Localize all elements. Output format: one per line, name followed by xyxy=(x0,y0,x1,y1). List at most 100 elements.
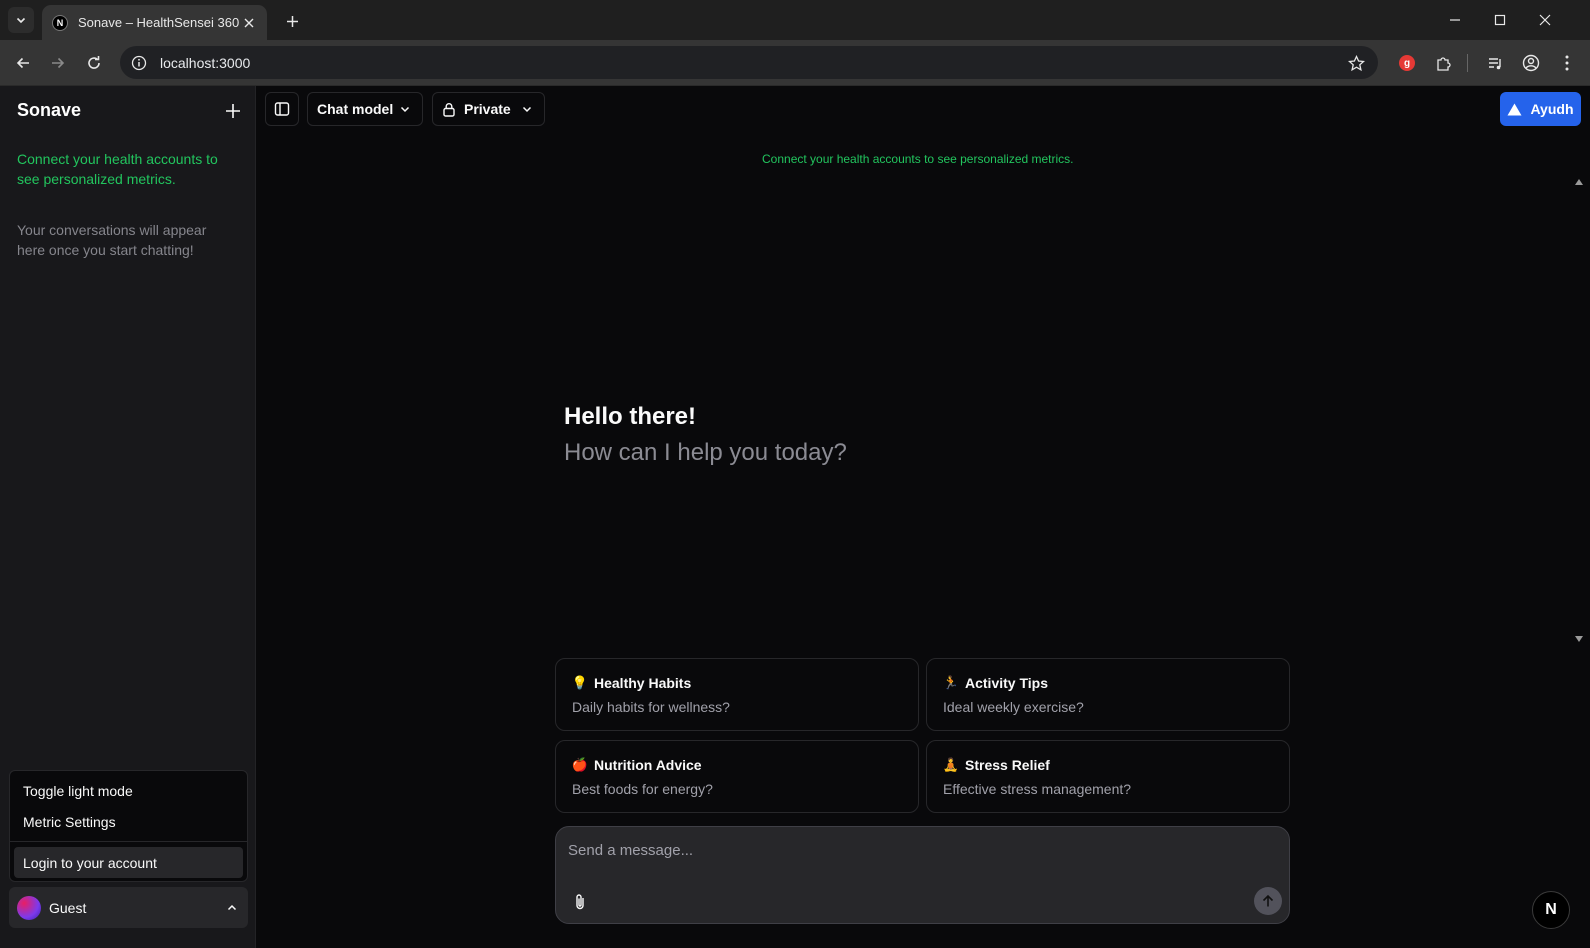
menu-divider xyxy=(10,841,247,842)
browser-tab[interactable]: N Sonave – HealthSensei 360 xyxy=(42,5,267,40)
reload-button[interactable] xyxy=(80,49,108,77)
minimize-icon xyxy=(1450,19,1460,21)
minimize-button[interactable] xyxy=(1440,6,1470,34)
close-window-button[interactable] xyxy=(1530,6,1560,34)
chevron-down-icon xyxy=(521,103,533,115)
suggestion-title-row: 🏃 Activity Tips xyxy=(943,675,1273,691)
lock-icon xyxy=(442,102,456,117)
sidebar-connect-message: Connect your health accounts to see pers… xyxy=(17,151,218,187)
panel-left-icon xyxy=(274,102,290,116)
reload-icon xyxy=(88,56,100,69)
playlist-music-icon xyxy=(1488,57,1501,69)
toggle-theme-menu-item[interactable]: Toggle light mode xyxy=(14,775,243,806)
meditation-icon: 🧘 xyxy=(942,757,960,772)
scroll-down-arrow-icon[interactable] xyxy=(1574,634,1584,644)
suggestion-title: Activity Tips xyxy=(965,675,1048,691)
suggestion-subtitle: Effective stress management? xyxy=(943,781,1132,797)
paperclip-icon xyxy=(576,894,584,910)
suggestion-card-stress-relief[interactable]: 🧘 Stress Relief Effective stress managem… xyxy=(926,740,1290,813)
suggestion-title: Healthy Habits xyxy=(594,675,692,691)
suggestion-subtitle: Ideal weekly exercise? xyxy=(943,699,1084,715)
arrow-right-icon xyxy=(52,57,65,69)
sidebar: Sonave Connect your health accounts to s… xyxy=(0,86,256,948)
maximize-button[interactable] xyxy=(1485,6,1515,34)
extension-badge-icon: g xyxy=(1399,55,1415,71)
url-text: localhost:3000 xyxy=(160,54,251,71)
deploy-button[interactable]: Ayudh xyxy=(1500,92,1581,126)
message-input[interactable] xyxy=(568,839,1218,861)
media-controls-button[interactable] xyxy=(1482,50,1508,76)
plus-icon xyxy=(226,104,240,118)
suggestion-subtitle: Best foods for energy? xyxy=(572,781,713,797)
model-selector-label: Chat model xyxy=(317,101,394,117)
user-name: Guest xyxy=(49,899,87,916)
forward-button[interactable] xyxy=(44,49,72,77)
extensions-button[interactable] xyxy=(1430,50,1456,76)
suggestion-card-healthy-habits[interactable]: 💡 Healthy Habits Daily habits for wellne… xyxy=(555,658,919,731)
plus-icon xyxy=(286,15,298,27)
metric-settings-menu-item[interactable]: Metric Settings xyxy=(14,806,243,837)
close-icon xyxy=(244,18,254,27)
deploy-button-label: Ayudh xyxy=(1530,101,1574,117)
send-button[interactable] xyxy=(1254,887,1282,915)
extension-grammarly-button[interactable]: g xyxy=(1394,50,1420,76)
greeting-subtitle: How can I help you today? xyxy=(564,439,847,466)
runner-icon: 🏃 xyxy=(942,675,960,690)
new-chat-button[interactable] xyxy=(220,98,246,124)
close-icon xyxy=(1539,14,1551,26)
arrow-up-icon xyxy=(1262,894,1274,907)
account-circle-icon xyxy=(1522,54,1540,72)
suggestion-title-row: 🧘 Stress Relief xyxy=(943,757,1273,773)
app-page: Sonave Connect your health accounts to s… xyxy=(0,86,1590,948)
message-composer xyxy=(555,826,1290,924)
tab-close-button[interactable] xyxy=(241,15,257,31)
greeting-title: Hello there! xyxy=(564,403,697,430)
address-bar[interactable]: localhost:3000 xyxy=(120,46,1378,79)
bookmark-star-icon[interactable] xyxy=(1346,53,1366,73)
puzzle-icon xyxy=(1436,56,1451,71)
browser-menu-button[interactable] xyxy=(1554,50,1580,76)
brand-title[interactable]: Sonave xyxy=(17,100,81,121)
vercel-triangle-icon xyxy=(1507,103,1522,116)
sidebar-toggle-button[interactable] xyxy=(265,92,299,126)
maximize-icon xyxy=(1494,14,1506,26)
messages-scrollbar[interactable] xyxy=(1572,177,1586,644)
tab-title: Sonave – HealthSensei 360 xyxy=(78,15,240,30)
suggestion-subtitle: Daily habits for wellness? xyxy=(572,699,730,715)
suggestion-title-row: 💡 Healthy Habits xyxy=(572,675,902,691)
user-nav-button[interactable]: Guest xyxy=(9,887,248,928)
suggestion-card-activity-tips[interactable]: 🏃 Activity Tips Ideal weekly exercise? xyxy=(926,658,1290,731)
sidebar-empty-history: Your conversations will appear here once… xyxy=(17,222,207,258)
new-tab-button[interactable] xyxy=(280,9,304,33)
chevron-down-icon xyxy=(16,17,26,24)
lightbulb-icon: 💡 xyxy=(571,675,589,690)
model-selector[interactable]: Chat model xyxy=(307,92,423,126)
suggestion-card-nutrition-advice[interactable]: 🍎 Nutrition Advice Best foods for energy… xyxy=(555,740,919,813)
scroll-up-arrow-icon[interactable] xyxy=(1574,177,1584,187)
chevron-down-icon xyxy=(399,103,411,115)
visibility-selector-label: Private xyxy=(464,101,511,117)
suggestion-title: Nutrition Advice xyxy=(594,757,702,773)
browser-tabstrip: N Sonave – HealthSensei 360 xyxy=(0,0,1590,40)
tab-search-button[interactable] xyxy=(8,7,34,33)
greeting: Hello there! How can I help you today? xyxy=(564,403,847,467)
profile-button[interactable] xyxy=(1518,50,1544,76)
visibility-selector[interactable]: Private xyxy=(432,92,545,126)
avatar xyxy=(17,895,41,920)
suggestion-title-row: 🍎 Nutrition Advice xyxy=(572,757,902,773)
nextjs-dev-indicator[interactable]: N xyxy=(1532,891,1570,929)
login-menu-item[interactable]: Login to your account xyxy=(14,847,243,878)
nextjs-favicon-icon: N xyxy=(52,14,68,31)
toolbar-separator xyxy=(1467,54,1468,72)
arrow-left-icon xyxy=(16,57,29,69)
main-connect-message: Connect your health accounts to see pers… xyxy=(762,152,1074,166)
attach-button[interactable] xyxy=(569,891,591,913)
apple-icon: 🍎 xyxy=(571,757,589,772)
site-info-icon[interactable] xyxy=(130,54,148,72)
back-button[interactable] xyxy=(9,49,37,77)
user-menu: Toggle light mode Metric Settings Login … xyxy=(9,770,248,882)
chevron-up-icon xyxy=(222,898,242,918)
more-vertical-icon xyxy=(1565,55,1569,71)
suggestion-title: Stress Relief xyxy=(965,757,1050,773)
browser-toolbar: localhost:3000 g xyxy=(0,40,1590,86)
